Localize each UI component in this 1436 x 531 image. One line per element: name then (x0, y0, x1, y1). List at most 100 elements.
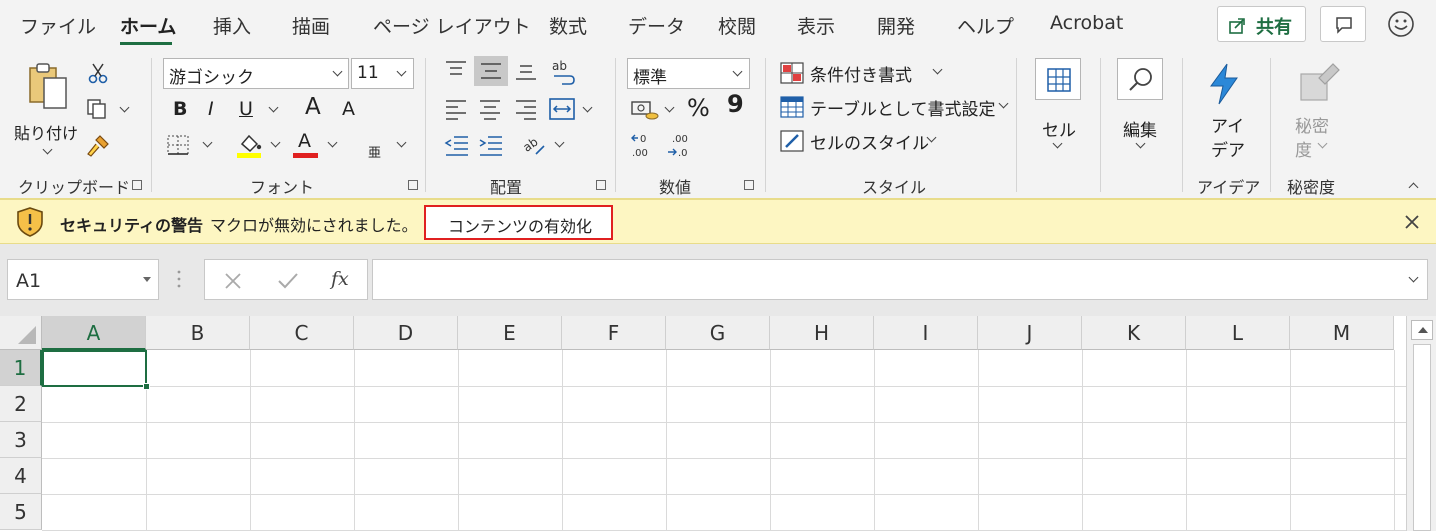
scroll-up-button[interactable] (1411, 320, 1433, 340)
align-center-icon[interactable] (478, 98, 502, 120)
align-middle-selected[interactable] (474, 56, 508, 86)
comma-style-button[interactable]: 9 (727, 90, 744, 118)
number-format-select[interactable]: 標準 (627, 58, 750, 89)
tab-view[interactable]: 表示 (797, 12, 835, 39)
align-top-icon[interactable] (444, 60, 468, 80)
cell-styles-button[interactable]: セルのスタイル (780, 128, 1010, 156)
vertical-scrollbar[interactable] (1406, 316, 1436, 531)
font-color-button[interactable]: A (298, 130, 311, 152)
collapse-ribbon-icon[interactable] (1408, 182, 1419, 193)
chevron-down-icon[interactable] (119, 102, 130, 113)
tab-home[interactable]: ホーム (120, 12, 176, 39)
row-header-3[interactable]: 3 (0, 422, 42, 458)
column-header-h[interactable]: H (770, 316, 874, 350)
comments-button[interactable] (1320, 6, 1366, 42)
tab-file[interactable]: ファイル (20, 12, 96, 39)
tab-draw[interactable]: 描画 (292, 12, 330, 39)
close-icon[interactable] (1404, 214, 1420, 230)
column-header-i[interactable]: I (874, 316, 978, 350)
row-header-4[interactable]: 4 (0, 458, 42, 494)
borders-icon[interactable] (166, 134, 190, 156)
select-all-corner[interactable] (0, 316, 42, 350)
row-header-5[interactable]: 5 (0, 494, 42, 530)
phonetic-guide-button[interactable]: 亜 (368, 142, 381, 161)
copy-icon[interactable] (86, 98, 108, 120)
insert-function-button[interactable]: fx (331, 268, 349, 290)
fill-handle[interactable] (143, 383, 150, 390)
chevron-down-icon[interactable] (554, 137, 565, 148)
tab-acrobat[interactable]: Acrobat (1050, 12, 1123, 34)
drag-handle-icon[interactable] (176, 268, 182, 290)
scissors-icon[interactable] (88, 62, 108, 84)
name-box[interactable]: A1 (7, 259, 159, 300)
chevron-down-icon[interactable] (268, 102, 279, 113)
column-header-g[interactable]: G (666, 316, 770, 350)
tab-review[interactable]: 校閲 (718, 12, 756, 39)
cells-button[interactable]: セル (1035, 58, 1085, 158)
ideas-button[interactable]: アイ デア (1197, 58, 1257, 168)
increase-indent-icon[interactable] (478, 134, 504, 156)
share-button[interactable]: 共有 (1217, 6, 1306, 42)
percent-style-button[interactable]: % (687, 94, 710, 122)
increase-decimal-icon[interactable]: 0 .00 (630, 132, 658, 160)
column-header-b[interactable]: B (146, 316, 250, 350)
merge-center-icon[interactable] (548, 96, 576, 122)
tab-formulas[interactable]: 数式 (549, 12, 587, 39)
decrease-decimal-icon[interactable]: .00 .0 (666, 132, 694, 160)
sensitivity-button[interactable]: 秘密 度 (1289, 58, 1353, 168)
tab-developer[interactable]: 開発 (877, 12, 915, 39)
dialog-launcher-icon[interactable] (744, 180, 754, 190)
decrease-indent-icon[interactable] (444, 134, 470, 156)
dialog-launcher-icon[interactable] (132, 180, 142, 190)
orientation-icon[interactable]: ab (522, 132, 548, 158)
bold-button[interactable]: B (173, 98, 187, 120)
chevron-down-icon[interactable] (270, 137, 281, 148)
align-bottom-icon[interactable] (514, 60, 538, 82)
enable-content-button[interactable]: コンテンツの有効化 (424, 205, 613, 240)
conditional-formatting-button[interactable]: 条件付き書式 (780, 60, 1010, 88)
column-header-m[interactable]: M (1290, 316, 1394, 350)
tab-page-layout[interactable]: ページ レイアウト (373, 12, 531, 39)
enter-check-icon[interactable] (277, 271, 299, 291)
wrap-text-icon[interactable]: ab (550, 58, 576, 86)
underline-button[interactable]: U (239, 98, 253, 120)
italic-button[interactable]: I (208, 98, 214, 120)
align-left-icon[interactable] (444, 98, 468, 120)
dialog-launcher-icon[interactable] (596, 180, 606, 190)
format-as-table-button[interactable]: テーブルとして書式設定 (780, 94, 1010, 122)
format-painter-icon[interactable] (86, 134, 110, 158)
formula-input[interactable] (372, 259, 1428, 300)
chevron-down-icon[interactable] (664, 102, 675, 113)
scroll-thumb[interactable] (1413, 344, 1431, 531)
column-header-l[interactable]: L (1186, 316, 1290, 350)
chevron-down-icon[interactable] (396, 137, 407, 148)
cancel-icon[interactable] (223, 271, 243, 291)
tab-data[interactable]: データ (628, 12, 685, 39)
shrink-font-button[interactable]: A (342, 98, 355, 120)
row-header-1[interactable]: 1 (0, 350, 42, 386)
row-header-2[interactable]: 2 (0, 386, 42, 422)
active-cell-A1[interactable] (42, 350, 147, 387)
tab-help[interactable]: ヘルプ (957, 12, 1014, 39)
column-header-k[interactable]: K (1082, 316, 1186, 350)
column-header-e[interactable]: E (458, 316, 562, 350)
dialog-launcher-icon[interactable] (408, 180, 418, 190)
accounting-format-icon[interactable] (630, 98, 660, 122)
editing-button[interactable]: 編集 (1117, 58, 1167, 158)
align-right-icon[interactable] (514, 98, 538, 120)
smiley-feedback-icon[interactable] (1387, 10, 1415, 38)
column-header-c[interactable]: C (250, 316, 354, 350)
column-header-f[interactable]: F (562, 316, 666, 350)
column-header-a[interactable]: A (42, 316, 146, 350)
column-header-j[interactable]: J (978, 316, 1082, 350)
fill-color-icon[interactable] (236, 130, 264, 158)
tab-insert[interactable]: 挿入 (213, 12, 251, 39)
expand-formula-bar-icon[interactable] (1408, 272, 1419, 283)
font-size-select[interactable]: 11 (351, 58, 414, 89)
paste-button[interactable]: 貼り付け (14, 58, 82, 162)
font-name-select[interactable]: 游ゴシック (163, 58, 349, 89)
chevron-down-icon[interactable] (582, 102, 593, 113)
chevron-down-icon[interactable] (202, 137, 213, 148)
column-header-d[interactable]: D (354, 316, 458, 350)
chevron-down-icon[interactable] (327, 137, 338, 148)
